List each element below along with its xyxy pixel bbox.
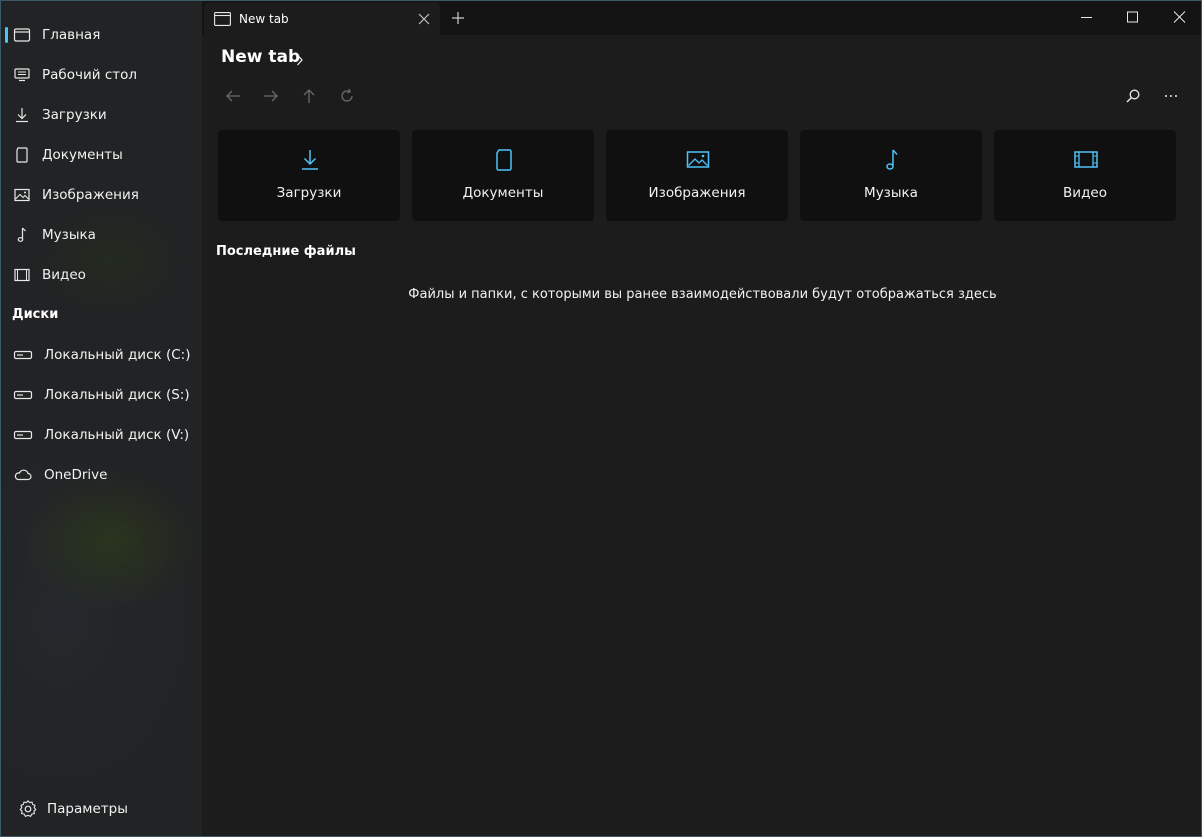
quick-access-card-documents[interactable]: Документы	[412, 130, 594, 221]
music-icon	[13, 226, 31, 244]
drives-section-header: Диски	[12, 307, 59, 322]
maximize-icon	[1127, 11, 1138, 23]
cloud-icon	[13, 466, 32, 484]
arrow-right-icon	[264, 90, 278, 102]
card-label: Документы	[462, 185, 544, 201]
home-icon	[13, 26, 31, 44]
minimize-button[interactable]	[1064, 1, 1110, 33]
refresh-button[interactable]	[336, 85, 358, 107]
card-label: Загрузки	[276, 185, 342, 201]
new-tab-plus-icon[interactable]	[449, 9, 467, 27]
sidebar-item-label: Изображения	[42, 187, 139, 203]
refresh-icon	[341, 88, 353, 102]
video-icon	[13, 266, 31, 284]
sidebar: Главная Рабочий стол Загрузки Документы	[1, 1, 202, 836]
sidebar-item-label: Видео	[42, 267, 86, 283]
tab-label: New tab	[239, 12, 289, 26]
sidebar-item-images[interactable]: Изображения	[1, 177, 202, 213]
search-icon	[1126, 89, 1140, 103]
sidebar-item-music[interactable]: Музыка	[1, 217, 202, 253]
quick-access-card-video[interactable]: Видео	[994, 130, 1176, 221]
gear-icon	[18, 799, 38, 819]
search-button[interactable]	[1122, 85, 1144, 107]
chevron-right-icon[interactable]	[295, 52, 305, 66]
settings-button[interactable]: Параметры	[1, 791, 202, 827]
recent-files-heading: Последние файлы	[216, 244, 356, 259]
recent-files-empty-message: Файлы и папки, с которыми вы ранее взаим…	[408, 287, 997, 302]
quick-access-card-downloads[interactable]: Загрузки	[218, 130, 400, 221]
drive-icon	[13, 386, 33, 404]
back-button[interactable]	[222, 85, 244, 107]
image-icon	[686, 148, 710, 172]
sidebar-item-label: Музыка	[42, 227, 96, 243]
forward-button[interactable]	[260, 85, 282, 107]
drive-icon	[13, 346, 33, 364]
more-icon	[1165, 95, 1177, 97]
sidebar-item-desktop[interactable]: Рабочий стол	[1, 57, 202, 93]
tab-strip: New tab	[202, 1, 1201, 35]
tab-icon	[214, 11, 231, 26]
settings-label: Параметры	[47, 801, 128, 817]
desktop-icon	[13, 66, 31, 84]
sidebar-item-label: OneDrive	[44, 467, 108, 483]
arrow-left-icon	[226, 90, 240, 102]
card-label: Видео	[1063, 185, 1107, 201]
sidebar-item-label: Рабочий стол	[42, 67, 137, 83]
minimize-icon	[1081, 17, 1092, 18]
quick-access-card-music[interactable]: Музыка	[800, 130, 982, 221]
more-options-button[interactable]	[1160, 85, 1182, 107]
download-icon	[298, 148, 322, 172]
image-icon	[13, 186, 31, 204]
sidebar-item-drive-c[interactable]: Локальный диск (C:)	[1, 337, 202, 373]
close-window-button[interactable]	[1157, 1, 1201, 33]
sidebar-item-label: Документы	[42, 147, 123, 163]
card-label: Музыка	[864, 185, 918, 201]
document-icon	[492, 148, 516, 172]
files-app-window: Главная Рабочий стол Загрузки Документы	[0, 0, 1202, 837]
drive-icon	[13, 426, 33, 444]
sidebar-item-label: Локальный диск (C:)	[44, 347, 191, 363]
up-button[interactable]	[298, 85, 320, 107]
sidebar-item-label: Загрузки	[42, 107, 107, 123]
sidebar-item-label: Главная	[42, 27, 101, 43]
document-icon	[13, 146, 31, 164]
video-icon	[1074, 148, 1098, 172]
sidebar-item-label: Локальный диск (S:)	[44, 387, 190, 403]
tab-new-tab[interactable]: New tab	[204, 2, 440, 35]
card-label: Изображения	[648, 185, 746, 201]
quick-access-card-images[interactable]: Изображения	[606, 130, 788, 221]
close-tab-icon[interactable]	[417, 11, 431, 25]
sidebar-item-onedrive[interactable]: OneDrive	[1, 457, 202, 493]
main-pane: New tab New tab Загрузки Документы Изобр…	[202, 1, 1201, 836]
music-icon	[880, 148, 904, 172]
sidebar-item-documents[interactable]: Документы	[1, 137, 202, 173]
sidebar-item-label: Локальный диск (V:)	[44, 427, 190, 443]
close-icon	[1173, 11, 1186, 23]
sidebar-item-drive-s[interactable]: Локальный диск (S:)	[1, 377, 202, 413]
maximize-button[interactable]	[1110, 1, 1156, 33]
sidebar-item-home[interactable]: Главная	[1, 17, 202, 53]
download-icon	[13, 106, 31, 124]
arrow-up-icon	[303, 89, 315, 103]
sidebar-item-drive-v[interactable]: Локальный диск (V:)	[1, 417, 202, 453]
breadcrumb-current[interactable]: New tab	[221, 47, 300, 67]
sidebar-item-video[interactable]: Видео	[1, 257, 202, 293]
sidebar-item-downloads[interactable]: Загрузки	[1, 97, 202, 133]
